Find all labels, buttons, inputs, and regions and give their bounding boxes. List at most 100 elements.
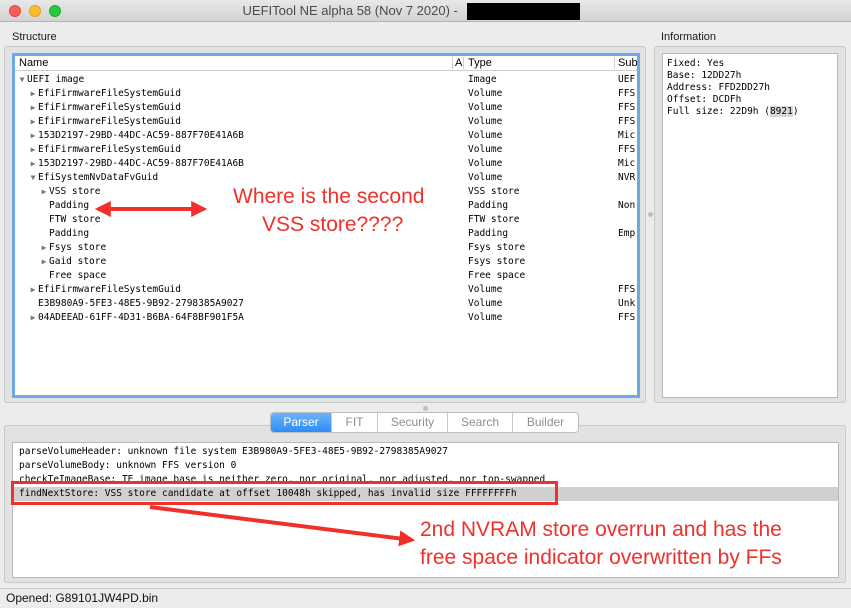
tree-row-type: Fsys store — [468, 256, 526, 267]
collapsed-triangle-icon[interactable]: ▶ — [28, 87, 38, 101]
tree-row[interactable]: ▶ EfiFirmwareFileSystemGuid Volume FFS — [15, 101, 637, 115]
tree-row-name: EfiFirmwareFileSystemGuid — [38, 102, 181, 113]
info-base: Base: 12DD27h — [667, 70, 742, 81]
tab-security[interactable]: Security — [378, 413, 448, 432]
collapsed-triangle-icon[interactable]: ▶ — [28, 283, 38, 297]
tree-row[interactable]: ▶ EfiFirmwareFileSystemGuid Volume FFS — [15, 87, 637, 101]
tree-row-name: EfiFirmwareFileSystemGuid — [38, 144, 181, 155]
column-header-type[interactable]: Type — [468, 57, 492, 69]
horizontal-splitter-handle[interactable] — [423, 406, 428, 411]
tree-row-subtype: Mic — [618, 158, 636, 169]
tree-row-subtype: FFS — [618, 144, 636, 155]
tree-row-name: Fsys store — [49, 242, 107, 253]
tree-row[interactable]: ▶ Fsys store Fsys store — [15, 241, 637, 255]
info-address: Address: FFD2DD27h — [667, 82, 770, 93]
tree-row-name: Padding — [49, 228, 90, 239]
structure-label: Structure — [12, 31, 57, 43]
tree-row-type: Free space — [468, 270, 526, 281]
collapsed-triangle-icon[interactable]: ▶ — [28, 115, 38, 129]
column-header-action[interactable]: A — [455, 57, 462, 69]
tree-row-type: Volume — [468, 144, 503, 155]
tree-row[interactable]: ▶ EfiFirmwareFileSystemGuid Volume FFS — [15, 283, 637, 297]
information-text[interactable]: Fixed: Yes Base: 12DD27h Address: FFD2DD… — [662, 53, 838, 398]
info-fixed: Fixed: Yes — [667, 58, 725, 69]
collapsed-triangle-icon[interactable]: ▶ — [28, 143, 38, 157]
collapsed-triangle-icon[interactable]: ▶ — [39, 241, 49, 255]
tree-row-type: Volume — [468, 298, 503, 309]
tree-row-type: Image — [468, 74, 497, 85]
tree-row-subtype: FFS — [618, 116, 636, 127]
tree-row-name: 153D2197-29BD-44DC-AC59-887F70E41A6B — [38, 130, 244, 141]
tree-row-subtype: UEF — [618, 74, 636, 85]
tree-row-subtype: Non — [618, 200, 636, 211]
tree-row[interactable]: ▶ 153D2197-29BD-44DC-AC59-887F70E41A6B Vol… — [15, 157, 637, 171]
tree-row[interactable]: ▶ Gaid store Fsys store — [15, 255, 637, 269]
window-title: UEFITool NE alpha 58 (Nov 7 2020) - — [0, 3, 851, 21]
tree-row[interactable]: ▶ 04ADEEAD-61FF-4D31-B6BA-64F8BF901F5A Vol… — [15, 311, 637, 325]
tree-row-type: Volume — [468, 102, 503, 113]
tree-row-type: Volume — [468, 116, 503, 127]
tree-row-type: Padding — [468, 200, 509, 211]
vertical-splitter-handle[interactable] — [648, 212, 653, 217]
tree-row[interactable]: ▶ 153D2197-29BD-44DC-AC59-887F70E41A6B Vol… — [15, 129, 637, 143]
column-separator[interactable] — [614, 57, 615, 69]
tree-row[interactable]: E3B980A9-5FE3-48E5-9B92-2798385A9027 Volu… — [15, 297, 637, 311]
collapsed-triangle-icon[interactable]: ▶ — [39, 185, 49, 199]
tree-row-name: FTW store — [49, 214, 101, 225]
collapsed-triangle-icon[interactable]: ▶ — [28, 101, 38, 115]
tree-row-name: VSS store — [49, 186, 101, 197]
tree-row-type: Fsys store — [468, 242, 526, 253]
full-size-decimal: 8921 — [769, 106, 793, 117]
tab-builder[interactable]: Builder — [513, 413, 578, 432]
tab-parser[interactable]: Parser — [271, 413, 332, 432]
tree-row-name: EfiFirmwareFileSystemGuid — [38, 88, 181, 99]
tree-row[interactable]: Free space Free space — [15, 269, 637, 283]
tree-row-subtype: Unk — [618, 298, 636, 309]
tree-row[interactable]: ▼ UEFI image Image UEF — [15, 73, 637, 87]
column-separator[interactable] — [452, 57, 453, 69]
tree-row-subtype: FFS — [618, 88, 636, 99]
tree-row-type: FTW store — [468, 214, 520, 225]
tab-search[interactable]: Search — [448, 413, 513, 432]
tree-row-type: Volume — [468, 172, 503, 183]
expanded-triangle-icon[interactable]: ▼ — [17, 73, 27, 87]
annotation-top-line1: Where is the second — [233, 185, 425, 208]
information-label: Information — [661, 31, 717, 43]
tree-row-name: 153D2197-29BD-44DC-AC59-887F70E41A6B — [38, 158, 244, 169]
tree-header: Name A Type Sub — [15, 56, 637, 71]
info-full-size: Full size: 22D9h (8921) — [667, 106, 799, 117]
tree-row-subtype: Emp — [618, 228, 636, 239]
tree-row-type: VSS store — [468, 186, 520, 197]
column-header-subtype[interactable]: Sub — [618, 57, 637, 69]
tree-row-type: Padding — [468, 228, 509, 239]
column-header-name[interactable]: Name — [19, 57, 48, 69]
tree-row-type: Volume — [468, 88, 503, 99]
tree-row[interactable]: ▶ EfiFirmwareFileSystemGuid Volume FFS — [15, 143, 637, 157]
info-offset: Offset: DCDFh — [667, 94, 742, 105]
collapsed-triangle-icon[interactable]: ▶ — [39, 255, 49, 269]
message-line[interactable]: parseVolumeBody: unknown FFS version 0 — [13, 459, 838, 473]
tab-bar: Parser FIT Security Search Builder — [270, 412, 579, 433]
tree-row[interactable]: ▼ EfiSystemNvDataFvGuid Volume NVR — [15, 171, 637, 185]
tree-row-name: EfiSystemNvDataFvGuid — [38, 172, 159, 183]
tree-row-subtype: FFS — [618, 284, 636, 295]
tab-fit[interactable]: FIT — [332, 413, 378, 432]
tree-row-name: Free space — [49, 270, 107, 281]
tree-row-name: UEFI image — [27, 74, 85, 85]
collapsed-triangle-icon[interactable]: ▶ — [28, 129, 38, 143]
message-line[interactable]: parseVolumeHeader: unknown file system E… — [13, 445, 838, 459]
collapsed-triangle-icon[interactable]: ▶ — [28, 157, 38, 171]
annotation-highlight-box — [11, 481, 558, 505]
collapsed-triangle-icon[interactable]: ▶ — [28, 311, 38, 325]
tree-row-name: E3B980A9-5FE3-48E5-9B92-2798385A9027 — [38, 298, 244, 309]
tree-row-type: Volume — [468, 284, 503, 295]
column-separator[interactable] — [463, 57, 464, 69]
tree-row-subtype: FFS — [618, 312, 636, 323]
redacted-block — [467, 3, 581, 21]
title-bar: UEFITool NE alpha 58 (Nov 7 2020) - — [0, 0, 851, 22]
tree-row-name: 04ADEEAD-61FF-4D31-B6BA-64F8BF901F5A — [38, 312, 244, 323]
expanded-triangle-icon[interactable]: ▼ — [28, 171, 38, 185]
tree-row[interactable]: ▶ EfiFirmwareFileSystemGuid Volume FFS — [15, 115, 637, 129]
annotation-top-line2: VSS store???? — [262, 213, 404, 236]
annotation-bottom-line2: free space indicator overwritten by FFs — [420, 546, 782, 569]
